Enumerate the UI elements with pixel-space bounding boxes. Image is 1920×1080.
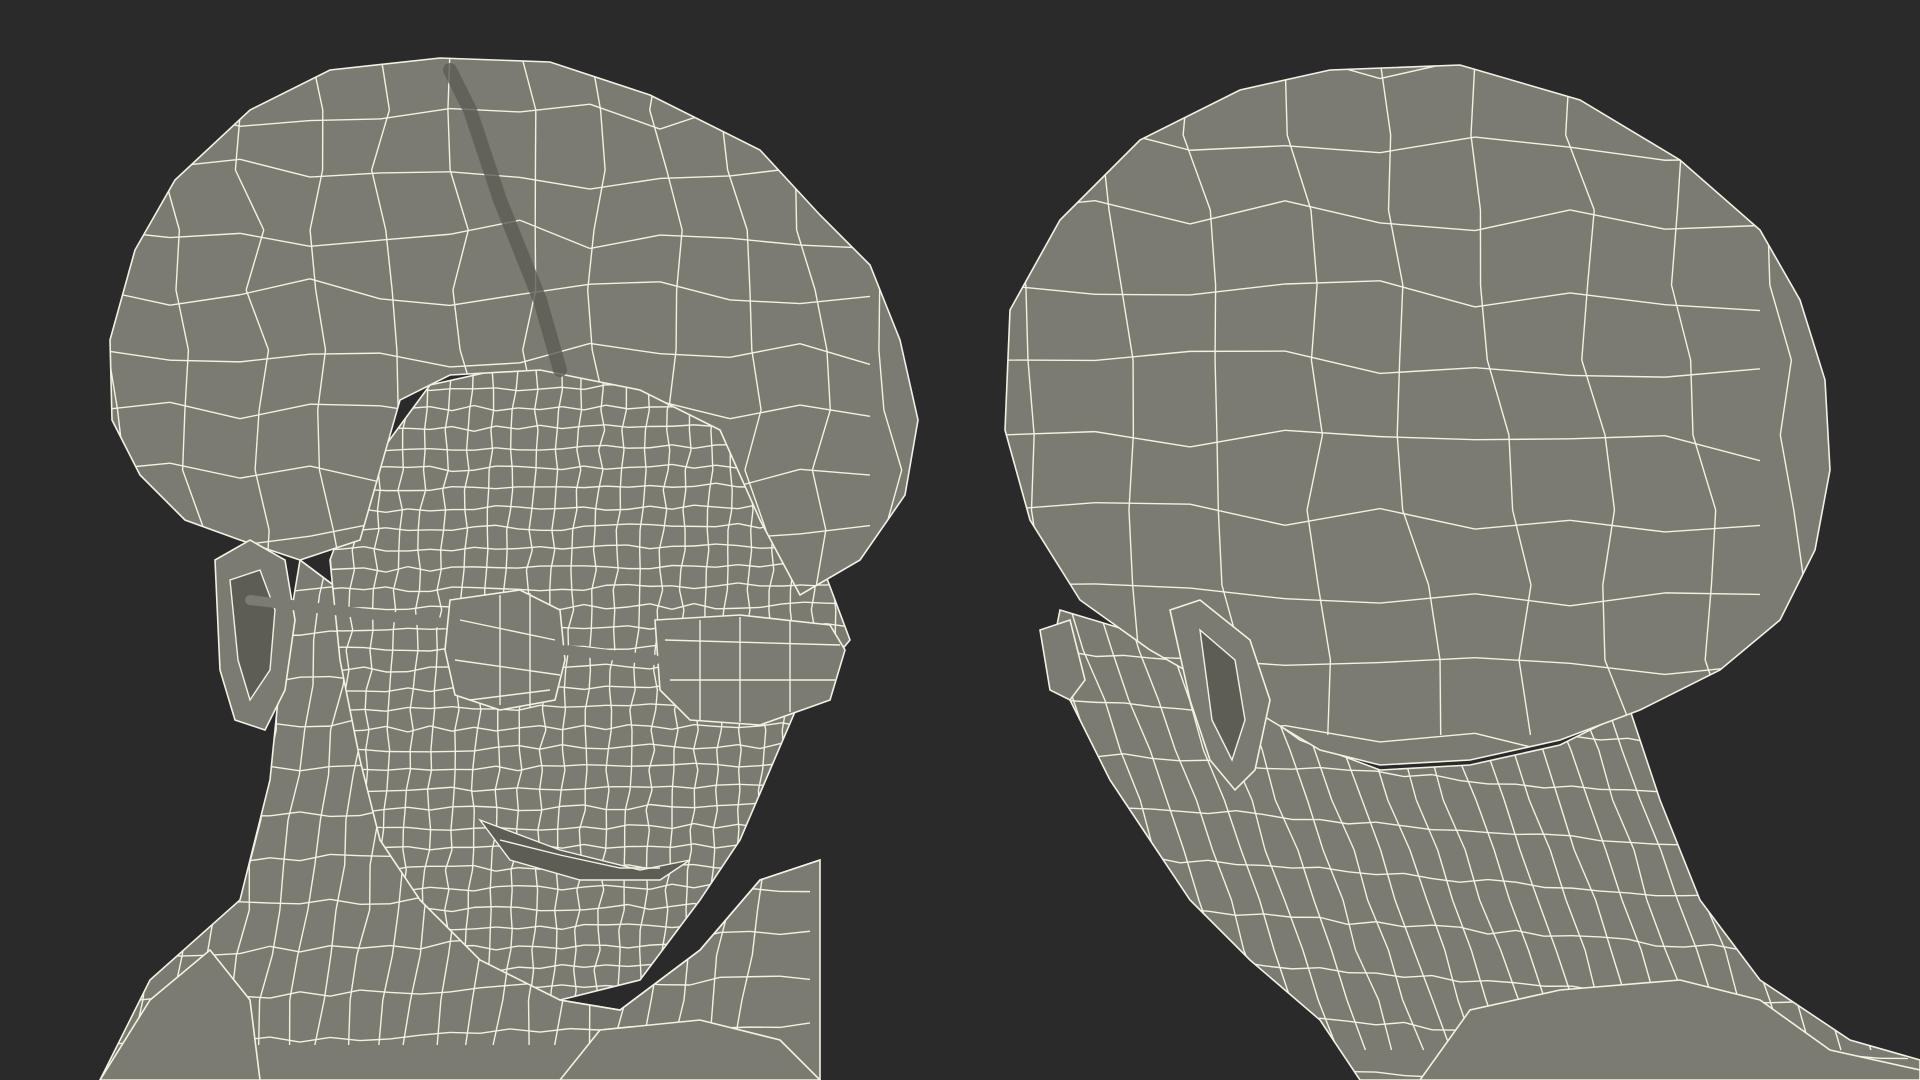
render-viewport	[0, 0, 1920, 1080]
wireframe-render	[99, 57, 1920, 1080]
left-head-view	[99, 57, 919, 1080]
right-head-view	[1004, 64, 1920, 1080]
